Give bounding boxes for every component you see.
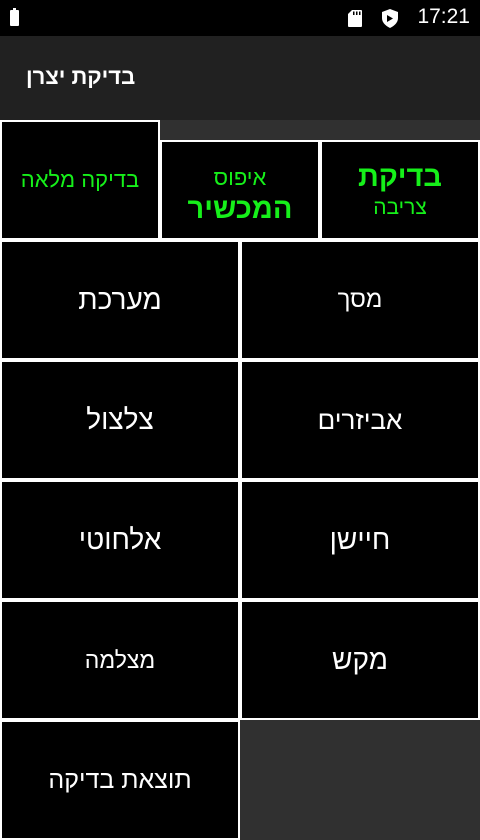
ringing-button[interactable]: צלצול [0, 360, 240, 480]
accessories-button[interactable]: אביזרים [240, 360, 480, 480]
reset-device-button[interactable]: איפוס המכשיר [160, 140, 320, 240]
reset-device-label-line1: איפוס [213, 165, 267, 191]
wireless-button[interactable]: אלחוטי [0, 480, 240, 600]
burn-in-test-button[interactable]: בדיקת צריבה [320, 140, 480, 240]
camera-label: מצלמה [84, 646, 156, 673]
status-time: 17:21 [417, 5, 470, 28]
screen-button[interactable]: מסך [240, 240, 480, 360]
full-test-button[interactable]: בדיקה מלאה [0, 120, 160, 240]
accessories-label: אביזרים [317, 404, 403, 435]
burn-in-test-label-line2: צריבה [373, 195, 427, 219]
test-result-button[interactable]: תוצאת בדיקה [0, 720, 240, 840]
screen-label: מסך [337, 286, 383, 313]
keys-label: מקש [332, 644, 388, 675]
full-test-label: בדיקה מלאה [20, 167, 140, 192]
keys-button[interactable]: מקש [240, 600, 480, 720]
burn-in-test-label-line1: בדיקת [358, 161, 442, 193]
system-label: מערכת [78, 284, 162, 315]
wireless-label: אלחוטי [78, 524, 162, 555]
sensor-button[interactable]: חיישן [240, 480, 480, 600]
sensor-label: חיישן [329, 524, 391, 555]
test-result-label: תוצאת בדיקה [48, 766, 192, 794]
battery-icon [10, 8, 19, 26]
camera-button[interactable]: מצלמה [0, 600, 240, 720]
page-title: בדיקת יצרן [26, 64, 136, 89]
status-bar: 17:21 [0, 0, 480, 36]
reset-device-label-line2: המכשיר [187, 192, 293, 225]
ringing-label: צלצול [86, 404, 154, 435]
shield-icon [382, 9, 398, 28]
system-button[interactable]: מערכת [0, 240, 240, 360]
sd-card-icon [348, 10, 362, 27]
